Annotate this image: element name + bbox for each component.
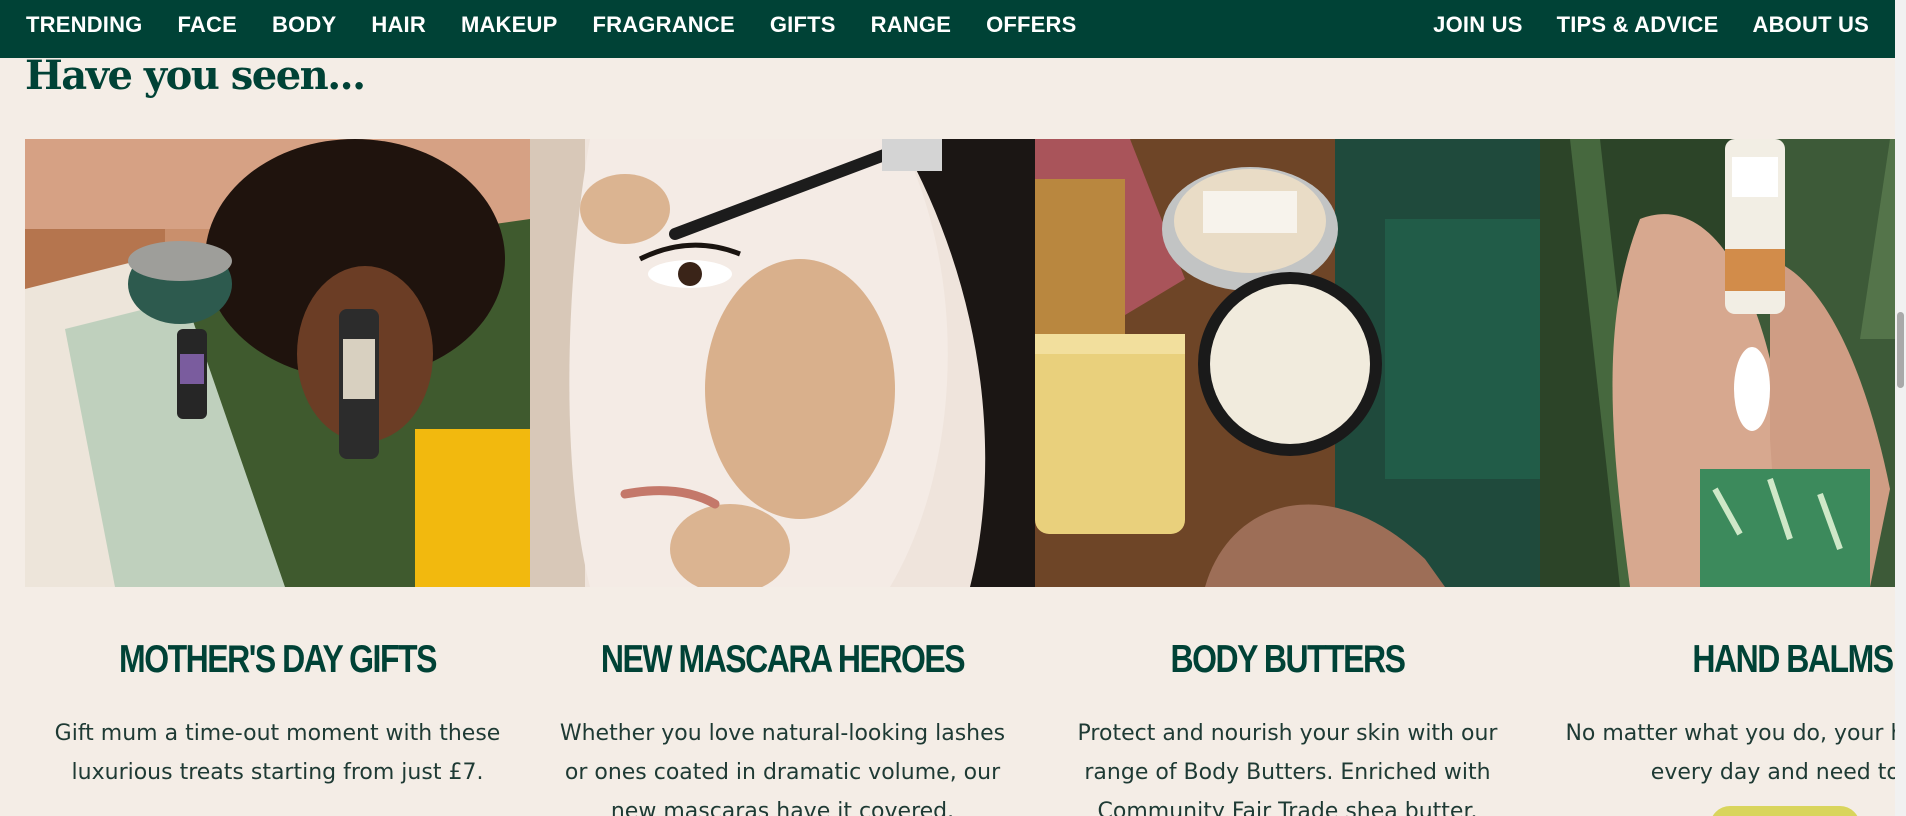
promo-image-hand-balms[interactable] xyxy=(1540,139,1895,587)
nav-item-about-us[interactable]: ABOUT US xyxy=(1753,12,1870,38)
promo-description: Whether you love natural-looking lashes … xyxy=(559,721,1006,816)
promo-image-mothers-day[interactable] xyxy=(25,139,530,587)
nav-item-body[interactable]: BODY xyxy=(272,12,336,38)
promo-image-art xyxy=(1540,139,1895,587)
scrollbar-thumb[interactable] xyxy=(1897,312,1904,388)
promo-description: No matter what you do, your hands work h… xyxy=(1565,721,1895,785)
promo-description: Protect and nourish your skin with our r… xyxy=(1077,721,1498,816)
promo-title[interactable]: MOTHER'S DAY GIFTS xyxy=(70,635,484,685)
promo-card-hand-balms[interactable]: HAND BALMS No matter what you do, your h… xyxy=(1540,139,1895,816)
nav-item-makeup[interactable]: MAKEUP xyxy=(461,12,558,38)
promo-image-mascara[interactable] xyxy=(530,139,1035,587)
promo-title[interactable]: NEW MASCARA HEROES xyxy=(575,635,989,685)
promo-image-art xyxy=(25,139,530,587)
promo-card-mothers-day[interactable]: MOTHER'S DAY GIFTS Gift mum a time-out m… xyxy=(25,139,530,816)
nav-item-trending[interactable]: TRENDING xyxy=(26,12,143,38)
promo-card-body-butters[interactable]: BODY BUTTERS Protect and nourish your sk… xyxy=(1035,139,1540,816)
promo-card-mascara[interactable]: NEW MASCARA HEROES Whether you love natu… xyxy=(530,139,1035,816)
promo-title[interactable]: BODY BUTTERS xyxy=(1080,635,1494,685)
nav-primary: TRENDING FACE BODY HAIR MAKEUP FRAGRANCE… xyxy=(26,12,1077,38)
promo-image-art xyxy=(1035,139,1540,587)
nav-item-face[interactable]: FACE xyxy=(178,12,237,38)
nav-item-offers[interactable]: OFFERS xyxy=(986,12,1076,38)
page-scrollbar[interactable] xyxy=(1895,0,1906,816)
page: TRENDING FACE BODY HAIR MAKEUP FRAGRANCE… xyxy=(0,0,1906,816)
nav-item-join-us[interactable]: JOIN US xyxy=(1433,12,1522,38)
nav-item-fragrance[interactable]: FRAGRANCE xyxy=(592,12,734,38)
nav-secondary: JOIN US TIPS & ADVICE ABOUT US xyxy=(1399,12,1869,38)
promo-image-body-butters[interactable] xyxy=(1035,139,1540,587)
nav-item-range[interactable]: RANGE xyxy=(871,12,951,38)
promo-image-art xyxy=(530,139,1035,587)
nav-item-gifts[interactable]: GIFTS xyxy=(770,12,836,38)
promo-carousel[interactable]: MOTHER'S DAY GIFTS Gift mum a time-out m… xyxy=(25,139,1895,816)
section-title: Have you seen... xyxy=(25,52,366,99)
nav-item-hair[interactable]: HAIR xyxy=(371,12,426,38)
promo-description: Gift mum a time-out moment with these lu… xyxy=(54,721,501,785)
chat-button[interactable] xyxy=(1710,806,1860,816)
nav-item-tips-advice[interactable]: TIPS & ADVICE xyxy=(1557,12,1719,38)
promo-title[interactable]: HAND BALMS xyxy=(1585,635,1895,685)
